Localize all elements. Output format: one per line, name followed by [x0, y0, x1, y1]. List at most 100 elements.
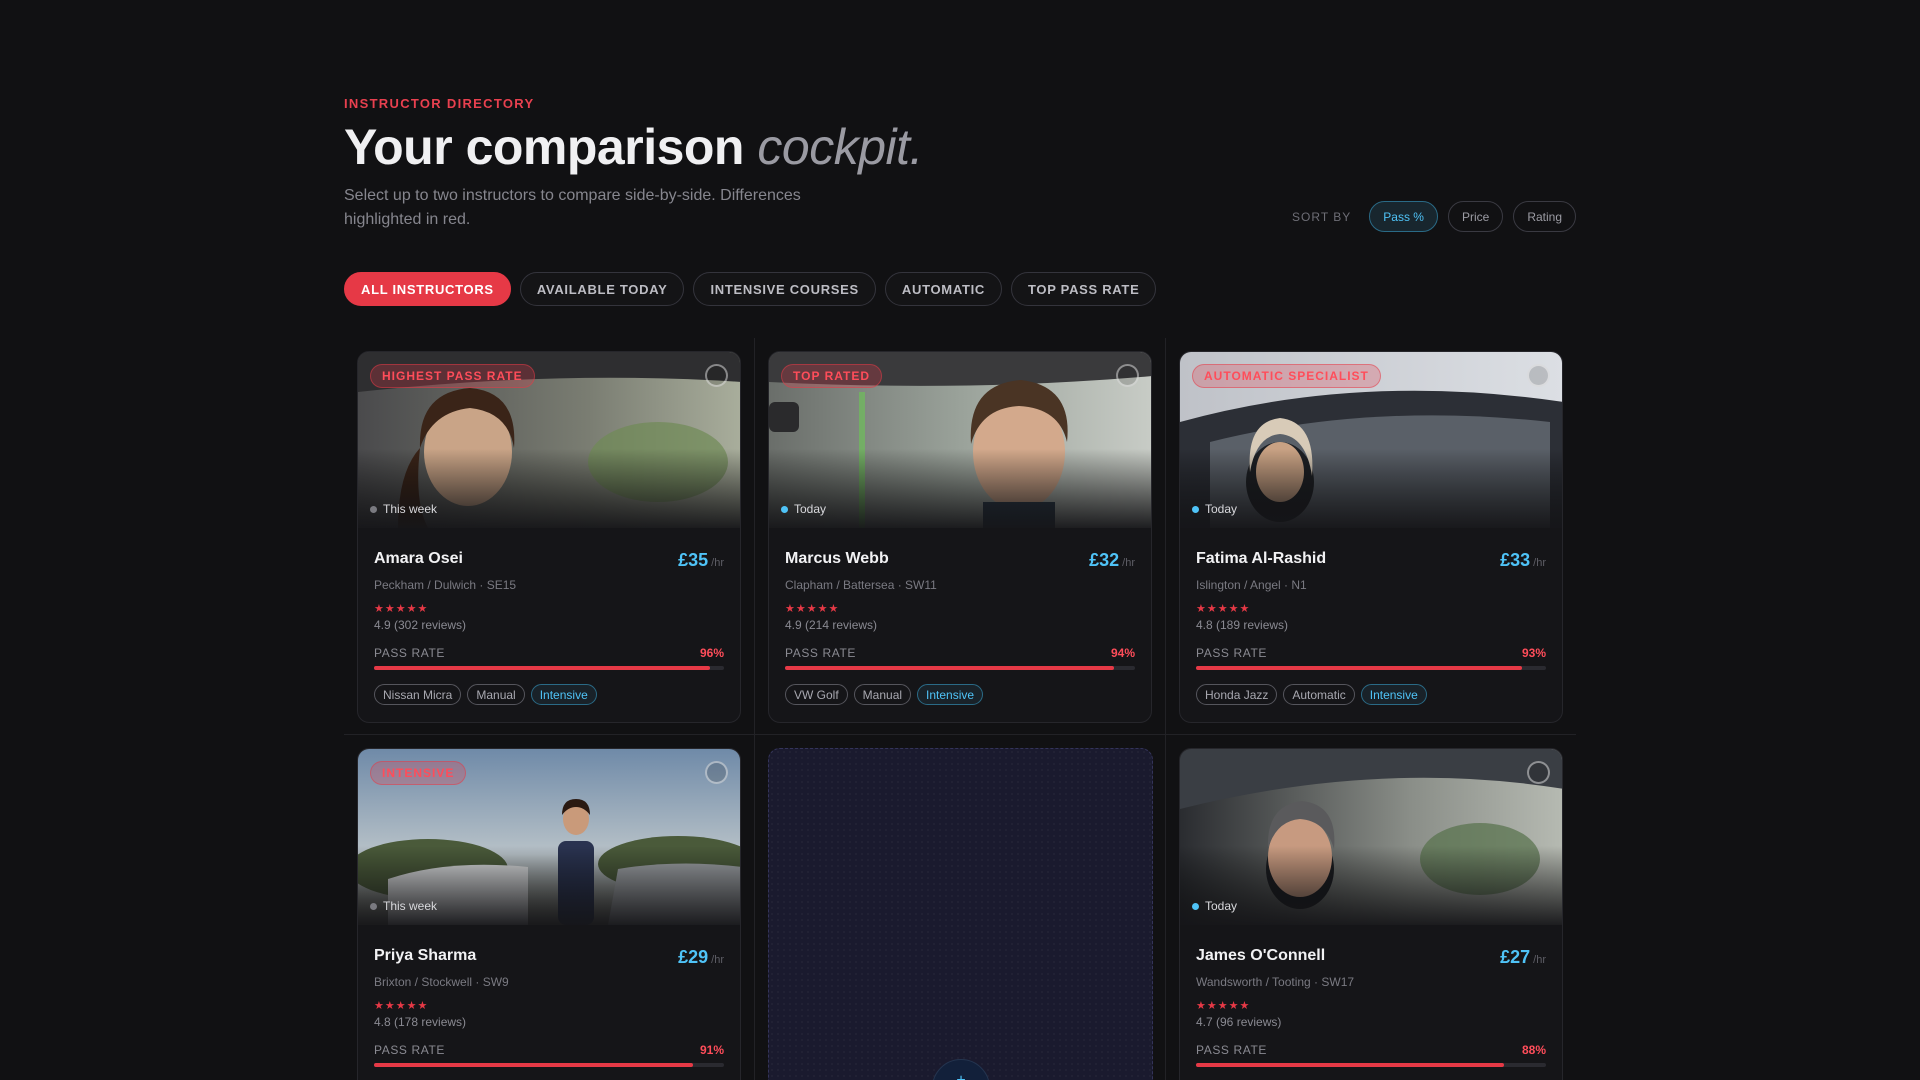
price-unit: /hr [1533, 954, 1546, 966]
filter-available-today[interactable]: AVAILABLE TODAY [519, 272, 685, 306]
tag-intensive: Intensive [530, 684, 597, 705]
instructor-badge: HIGHEST PASS RATE [370, 364, 535, 388]
filter-intensive-courses[interactable]: INTENSIVE COURSES [693, 272, 876, 306]
instructor-area: Clapham / Battersea · SW11 [785, 578, 937, 592]
tag-transmission: Automatic [1283, 684, 1355, 705]
price-value: £27 [1500, 947, 1531, 967]
grid-divider [344, 734, 1576, 735]
section-eyebrow: INSTRUCTOR DIRECTORY [344, 96, 535, 111]
tag-car: VW Golf [785, 684, 848, 705]
instructor-card[interactable]: INTENSIVE This week Priya Sharma £29 /hr… [357, 748, 741, 1080]
grid-divider [754, 338, 755, 1080]
rating-stars-icon: ★★★★★ [785, 603, 840, 615]
pass-rate-bar [374, 1063, 724, 1067]
availability-text: Today [1205, 899, 1238, 913]
price-unit: /hr [711, 557, 724, 569]
availability-indicator: Today [1192, 899, 1237, 913]
instructor-badge: AUTOMATIC SPECIALIST [1192, 364, 1381, 388]
pass-rate-label: PASS RATE [1196, 646, 1267, 660]
instructor-price: £32 /hr [1089, 550, 1135, 571]
price-value: £29 [678, 947, 709, 967]
title-main: Your comparison [344, 119, 744, 175]
pass-rate-bar-fill [1196, 666, 1522, 670]
price-value: £35 [678, 550, 709, 570]
filter-automatic[interactable]: AUTOMATIC [884, 272, 1002, 306]
pass-rate-label: PASS RATE [785, 646, 856, 660]
pass-rate-value: 93% [1521, 646, 1546, 660]
price-unit: /hr [1533, 557, 1546, 569]
instructor-card[interactable]: Today James O'Connell £27 /hr Wandsworth… [1179, 748, 1563, 1080]
tag-car: Nissan Micra [374, 684, 462, 705]
sort-option-pass[interactable]: Pass % [1369, 201, 1438, 232]
rating-stars-icon: ★★★★★ [374, 1000, 429, 1012]
availability-text: This week [383, 899, 438, 913]
instructor-area: Islington / Angel · N1 [1196, 578, 1307, 592]
filter-bar: ALL INSTRUCTORS AVAILABLE TODAY INTENSIV… [344, 272, 1157, 306]
compare-select-toggle[interactable] [705, 364, 728, 387]
pass-rate-bar-fill [374, 666, 710, 670]
compare-select-toggle[interactable] [1116, 364, 1139, 387]
rating-stars-icon: ★★★★★ [1196, 1000, 1251, 1012]
pass-rate-bar [785, 666, 1135, 670]
pass-rate-bar [1196, 1063, 1546, 1067]
plus-icon[interactable]: + [932, 1059, 990, 1080]
price-unit: /hr [1122, 557, 1135, 569]
instructor-price: £29 /hr [678, 947, 724, 968]
price-unit: /hr [711, 954, 724, 966]
pass-rate-value: 94% [1110, 646, 1135, 660]
tag-transmission: Manual [853, 684, 912, 705]
instructor-price: £35 /hr [678, 550, 724, 571]
sort-control: SORT BY Pass % Price Rating [1292, 201, 1576, 232]
tag-car: Honda Jazz [1196, 684, 1278, 705]
instructor-area: Wandsworth / Tooting · SW17 [1196, 975, 1355, 989]
pass-rate-bar [374, 666, 724, 670]
pass-rate-label: PASS RATE [1196, 1043, 1267, 1057]
instructor-name: James O'Connell [1196, 947, 1326, 964]
filter-all-instructors[interactable]: ALL INSTRUCTORS [344, 272, 511, 306]
filter-top-pass-rate[interactable]: TOP PASS RATE [1011, 272, 1157, 306]
tag-transmission: Manual [467, 684, 525, 705]
compare-select-toggle[interactable] [1527, 761, 1550, 784]
grid-divider [1165, 338, 1166, 1080]
rating-stars-icon: ★★★★★ [1196, 603, 1251, 615]
compare-select-toggle[interactable] [1527, 364, 1550, 387]
availability-text: Today [794, 502, 827, 516]
page-subtitle: Select up to two instructors to compare … [344, 187, 801, 228]
availability-text: This week [383, 502, 438, 516]
instructor-reviews: 4.9 (302 reviews) [374, 618, 467, 632]
pass-rate-value: 96% [699, 646, 724, 660]
sort-option-price[interactable]: Price [1447, 201, 1504, 232]
instructor-tags: Honda Jazz Automatic Intensive [1196, 684, 1427, 705]
availability-indicator: Today [1192, 502, 1237, 516]
instructor-card[interactable]: HIGHEST PASS RATE This week Amara Osei £… [357, 351, 741, 723]
sort-option-rating[interactable]: Rating [1513, 201, 1576, 232]
instructor-reviews: 4.7 (96 reviews) [1196, 1015, 1282, 1029]
pass-rate-bar [1196, 666, 1546, 670]
tag-intensive: Intensive [917, 684, 984, 705]
availability-indicator: This week [370, 502, 437, 516]
sort-label: SORT BY [1292, 209, 1352, 224]
title-accent: cockpit. [757, 119, 923, 175]
pass-rate-value: 91% [699, 1043, 724, 1057]
availability-dot-icon [370, 505, 377, 513]
availability-indicator: Today [781, 502, 826, 516]
instructor-card[interactable]: TOP RATED Today Marcus Webb £32 /hr Clap… [768, 351, 1152, 723]
instructor-area: Brixton / Stockwell · SW9 [374, 975, 509, 989]
compare-select-toggle[interactable] [705, 761, 728, 784]
page-title: Your comparison cockpit. [344, 118, 923, 176]
instructor-card[interactable]: AUTOMATIC SPECIALIST Today Fatima Al-Ras… [1179, 351, 1563, 723]
instructor-reviews: 4.8 (189 reviews) [1196, 618, 1289, 632]
instructor-reviews: 4.9 (214 reviews) [785, 618, 878, 632]
pass-rate-bar-fill [374, 1063, 693, 1067]
instructor-photo [1180, 749, 1562, 925]
instructor-price: £27 /hr [1500, 947, 1546, 968]
pass-rate-bar-fill [1196, 1063, 1504, 1067]
pass-rate-label: PASS RATE [374, 646, 445, 660]
compare-empty-slot[interactable]: + [768, 748, 1153, 1080]
instructor-name: Fatima Al-Rashid [1196, 550, 1327, 567]
price-value: £32 [1089, 550, 1120, 570]
instructor-price: £33 /hr [1500, 550, 1546, 571]
instructor-name: Priya Sharma [374, 947, 477, 964]
availability-dot-icon [370, 902, 377, 910]
tag-intensive: Intensive [1360, 684, 1427, 705]
